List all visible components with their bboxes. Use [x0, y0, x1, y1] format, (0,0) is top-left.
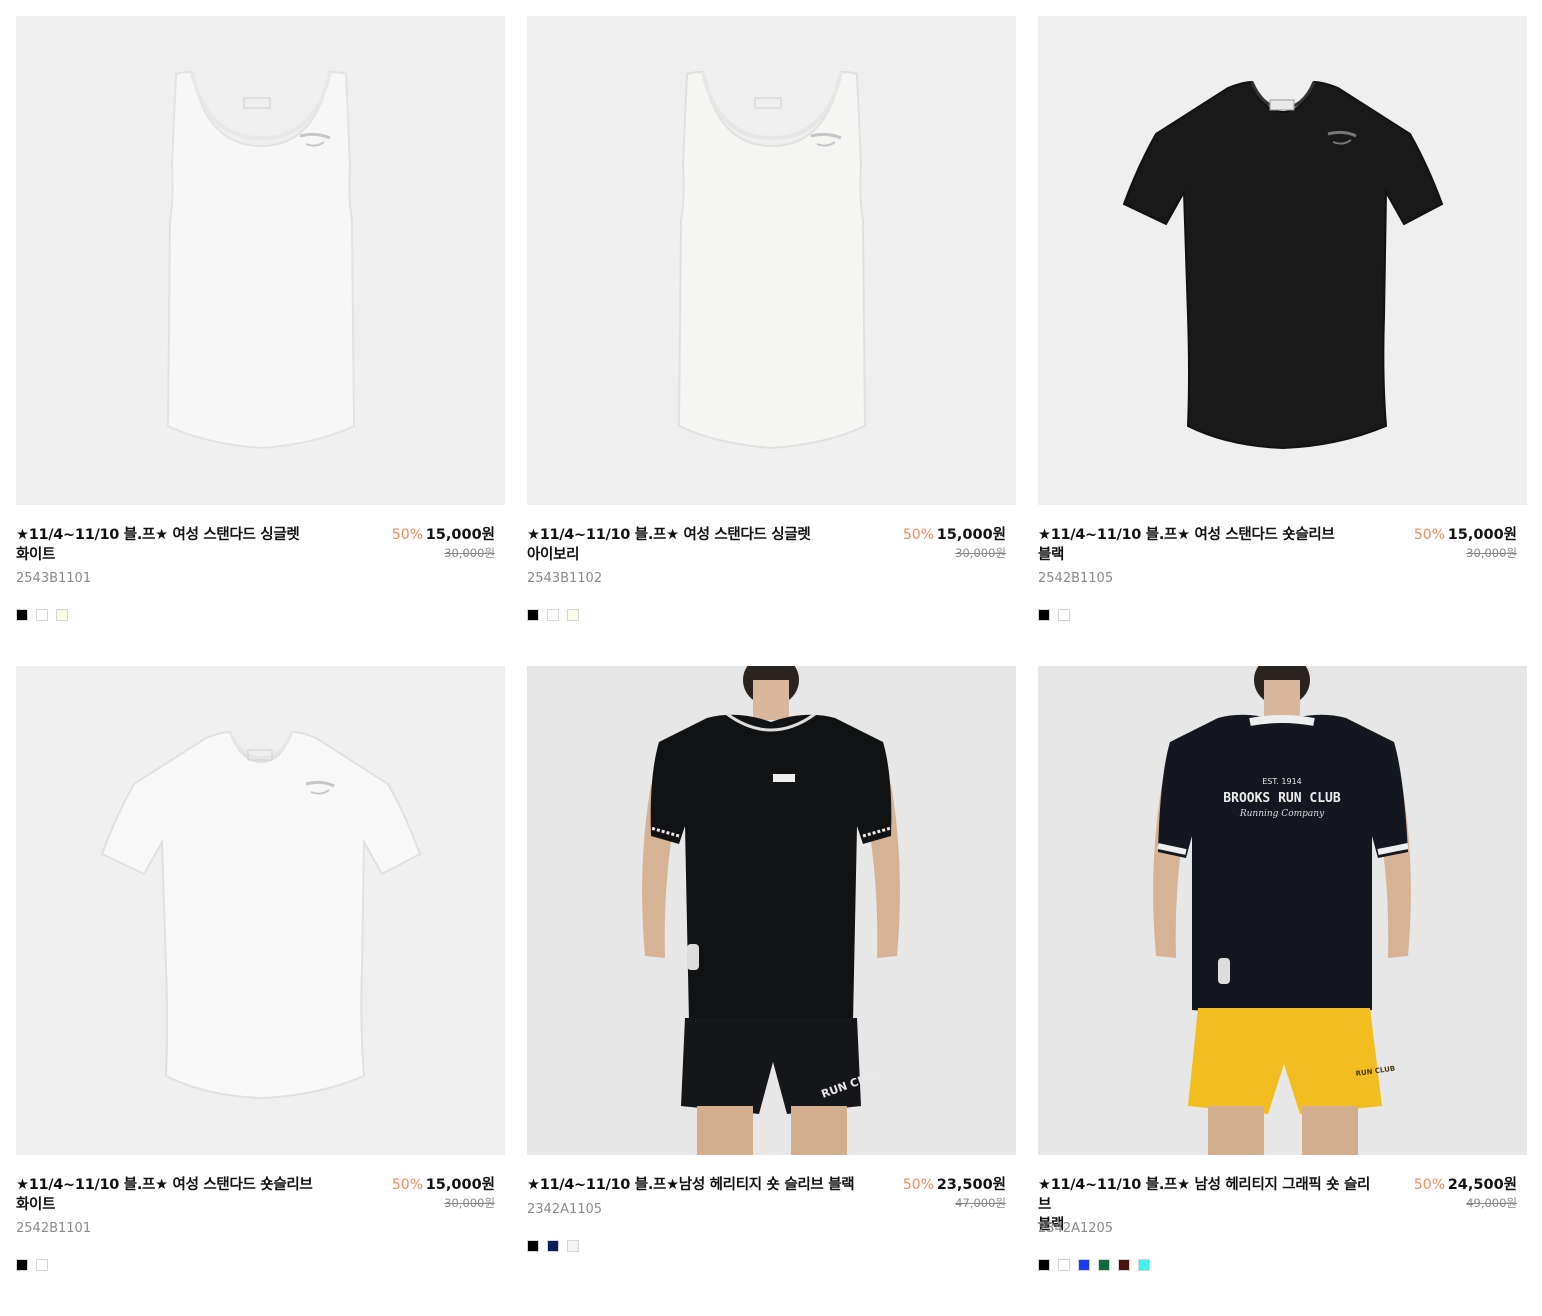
color-swatch[interactable] — [1098, 1259, 1110, 1271]
product-code: 2543B1101 — [16, 571, 92, 586]
price-box: 15,000원 30,000원 — [426, 525, 495, 561]
product-title[interactable]: ★11/4~11/10 블.프★ 여성 스탠다드 숏슬리브 블랙 — [1038, 525, 1378, 565]
product-title[interactable]: ★11/4~11/10 블.프★남성 헤리티지 숏 슬리브 블랙 — [527, 1175, 867, 1195]
title-line: ★11/4~11/10 블.프★ 여성 스탠다드 싱글렛 — [16, 527, 300, 543]
title-line: 화이트 — [16, 547, 56, 563]
color-swatch[interactable] — [567, 1240, 579, 1252]
product-image[interactable] — [16, 16, 505, 505]
sale-price: 24,500원 — [1447, 1177, 1517, 1193]
product-image[interactable]: EST. 1914 BROOKS RUN CLUB Running Compan… — [1038, 666, 1527, 1155]
discount-rate: 50% — [1413, 527, 1445, 543]
color-swatches — [16, 609, 68, 621]
price-box: 15,000원 30,000원 — [1448, 525, 1517, 561]
color-swatch[interactable] — [527, 609, 539, 621]
product-info: ★11/4~11/10 블.프★남성 헤리티지 숏 슬리브 블랙 50% 23,… — [527, 1175, 1016, 1285]
original-price: 30,000원 — [955, 546, 1006, 560]
original-price: 47,000원 — [955, 1196, 1006, 1210]
title-line: 화이트 — [16, 1197, 56, 1213]
shirt-graphic-line1: EST. 1914 — [1262, 777, 1302, 786]
product-image[interactable] — [16, 666, 505, 1155]
color-swatch[interactable] — [1078, 1259, 1090, 1271]
price-box: 24,500원 49,000원 — [1448, 1175, 1517, 1211]
color-swatch[interactable] — [1138, 1259, 1150, 1271]
shirt-graphic-line2: BROOKS RUN CLUB — [1223, 791, 1341, 806]
product-info: ★11/4~11/10 블.프★ 여성 스탠다드 숏슬리브 화이트 50% 15… — [16, 1175, 505, 1285]
sale-price: 15,000원 — [425, 527, 495, 543]
color-swatch[interactable] — [56, 609, 68, 621]
color-swatch[interactable] — [547, 609, 559, 621]
title-line: ★11/4~11/10 블.프★ 여성 스탠다드 숏슬리브 — [16, 1177, 313, 1193]
discount-rate: 50% — [1413, 1177, 1445, 1193]
color-swatch[interactable] — [1058, 1259, 1070, 1271]
product-card[interactable]: ★11/4~11/10 블.프★ 여성 스탠다드 숏슬리브 화이트 50% 15… — [16, 666, 505, 1316]
title-line: ★11/4~11/10 블.프★ 여성 스탠다드 숏슬리브 — [1038, 527, 1335, 543]
original-price: 30,000원 — [1466, 546, 1517, 560]
color-swatch[interactable] — [1038, 1259, 1050, 1271]
product-image[interactable] — [527, 16, 1016, 505]
product-card[interactable]: RUN CLUB ★11/4~11/10 블.프★남성 헤리티지 숏 슬리브 블… — [527, 666, 1016, 1316]
original-price: 49,000원 — [1466, 1196, 1517, 1210]
price-box: 15,000원 30,000원 — [426, 1175, 495, 1211]
title-line: ★11/4~11/10 블.프★남성 헤리티지 숏 슬리브 블랙 — [527, 1177, 855, 1193]
product-grid: ★11/4~11/10 블.프★ 여성 스탠다드 싱글렛 화이트 50% 15,… — [16, 16, 1528, 1316]
original-price: 30,000원 — [444, 546, 495, 560]
color-swatch[interactable] — [547, 1240, 559, 1252]
color-swatches — [527, 1240, 579, 1252]
product-image[interactable] — [1038, 16, 1527, 505]
discount-rate: 50% — [391, 527, 423, 543]
color-swatch[interactable] — [1118, 1259, 1130, 1271]
product-info: ★11/4~11/10 블.프★ 여성 스탠다드 숏슬리브 블랙 50% 15,… — [1038, 525, 1527, 635]
product-card[interactable]: EST. 1914 BROOKS RUN CLUB Running Compan… — [1038, 666, 1527, 1316]
product-title[interactable]: ★11/4~11/10 블.프★ 여성 스탠다드 숏슬리브 화이트 — [16, 1175, 356, 1215]
color-swatch[interactable] — [36, 609, 48, 621]
color-swatch[interactable] — [567, 609, 579, 621]
discount-rate: 50% — [391, 1177, 423, 1193]
color-swatch[interactable] — [36, 1259, 48, 1271]
product-info: ★11/4~11/10 블.프★ 여성 스탠다드 싱글렛 아이보리 50% 15… — [527, 525, 1016, 635]
color-swatch[interactable] — [527, 1240, 539, 1252]
product-card[interactable]: ★11/4~11/10 블.프★ 여성 스탠다드 숏슬리브 블랙 50% 15,… — [1038, 16, 1527, 666]
color-swatches — [527, 609, 579, 621]
price-box: 23,500원 47,000원 — [937, 1175, 1006, 1211]
product-code: 2542B1101 — [16, 1221, 92, 1236]
color-swatch[interactable] — [16, 609, 28, 621]
title-line: 아이보리 — [527, 547, 580, 563]
sale-price: 15,000원 — [936, 527, 1006, 543]
title-line: ★11/4~11/10 블.프★ 여성 스탠다드 싱글렛 — [527, 527, 811, 543]
sale-price: 15,000원 — [1447, 527, 1517, 543]
product-info: ★11/4~11/10 블.프★ 여성 스탠다드 싱글렛 화이트 50% 15,… — [16, 525, 505, 635]
product-image[interactable]: RUN CLUB — [527, 666, 1016, 1155]
sale-price: 15,000원 — [425, 1177, 495, 1193]
product-code: 2543B1102 — [527, 571, 603, 586]
price-box: 15,000원 30,000원 — [937, 525, 1006, 561]
product-title[interactable]: ★11/4~11/10 블.프★ 여성 스탠다드 싱글렛 화이트 — [16, 525, 356, 565]
product-card[interactable]: ★11/4~11/10 블.프★ 여성 스탠다드 싱글렛 화이트 50% 15,… — [16, 16, 505, 666]
product-code: 2342A1205 — [1038, 1221, 1114, 1236]
product-code: 2342A1105 — [527, 1202, 603, 1217]
color-swatches — [1038, 1259, 1150, 1271]
title-line: 블랙 — [1038, 547, 1065, 563]
discount-rate: 50% — [902, 1177, 934, 1193]
color-swatches — [16, 1259, 48, 1271]
original-price: 30,000원 — [444, 1196, 495, 1210]
product-card[interactable]: ★11/4~11/10 블.프★ 여성 스탠다드 싱글렛 아이보리 50% 15… — [527, 16, 1016, 666]
product-title[interactable]: ★11/4~11/10 블.프★ 여성 스탠다드 싱글렛 아이보리 — [527, 525, 867, 565]
discount-rate: 50% — [902, 527, 934, 543]
sale-price: 23,500원 — [936, 1177, 1006, 1193]
product-info: ★11/4~11/10 블.프★ 남성 헤리티지 그래픽 숏 슬리브 블랙 50… — [1038, 1175, 1527, 1285]
color-swatches — [1038, 609, 1070, 621]
color-swatch[interactable] — [1038, 609, 1050, 621]
color-swatch[interactable] — [1058, 609, 1070, 621]
product-code: 2542B1105 — [1038, 571, 1114, 586]
color-swatch[interactable] — [16, 1259, 28, 1271]
title-line: ★11/4~11/10 블.프★ 남성 헤리티지 그래픽 숏 슬리브 — [1038, 1177, 1371, 1213]
shirt-graphic-line3: Running Company — [1239, 809, 1325, 819]
